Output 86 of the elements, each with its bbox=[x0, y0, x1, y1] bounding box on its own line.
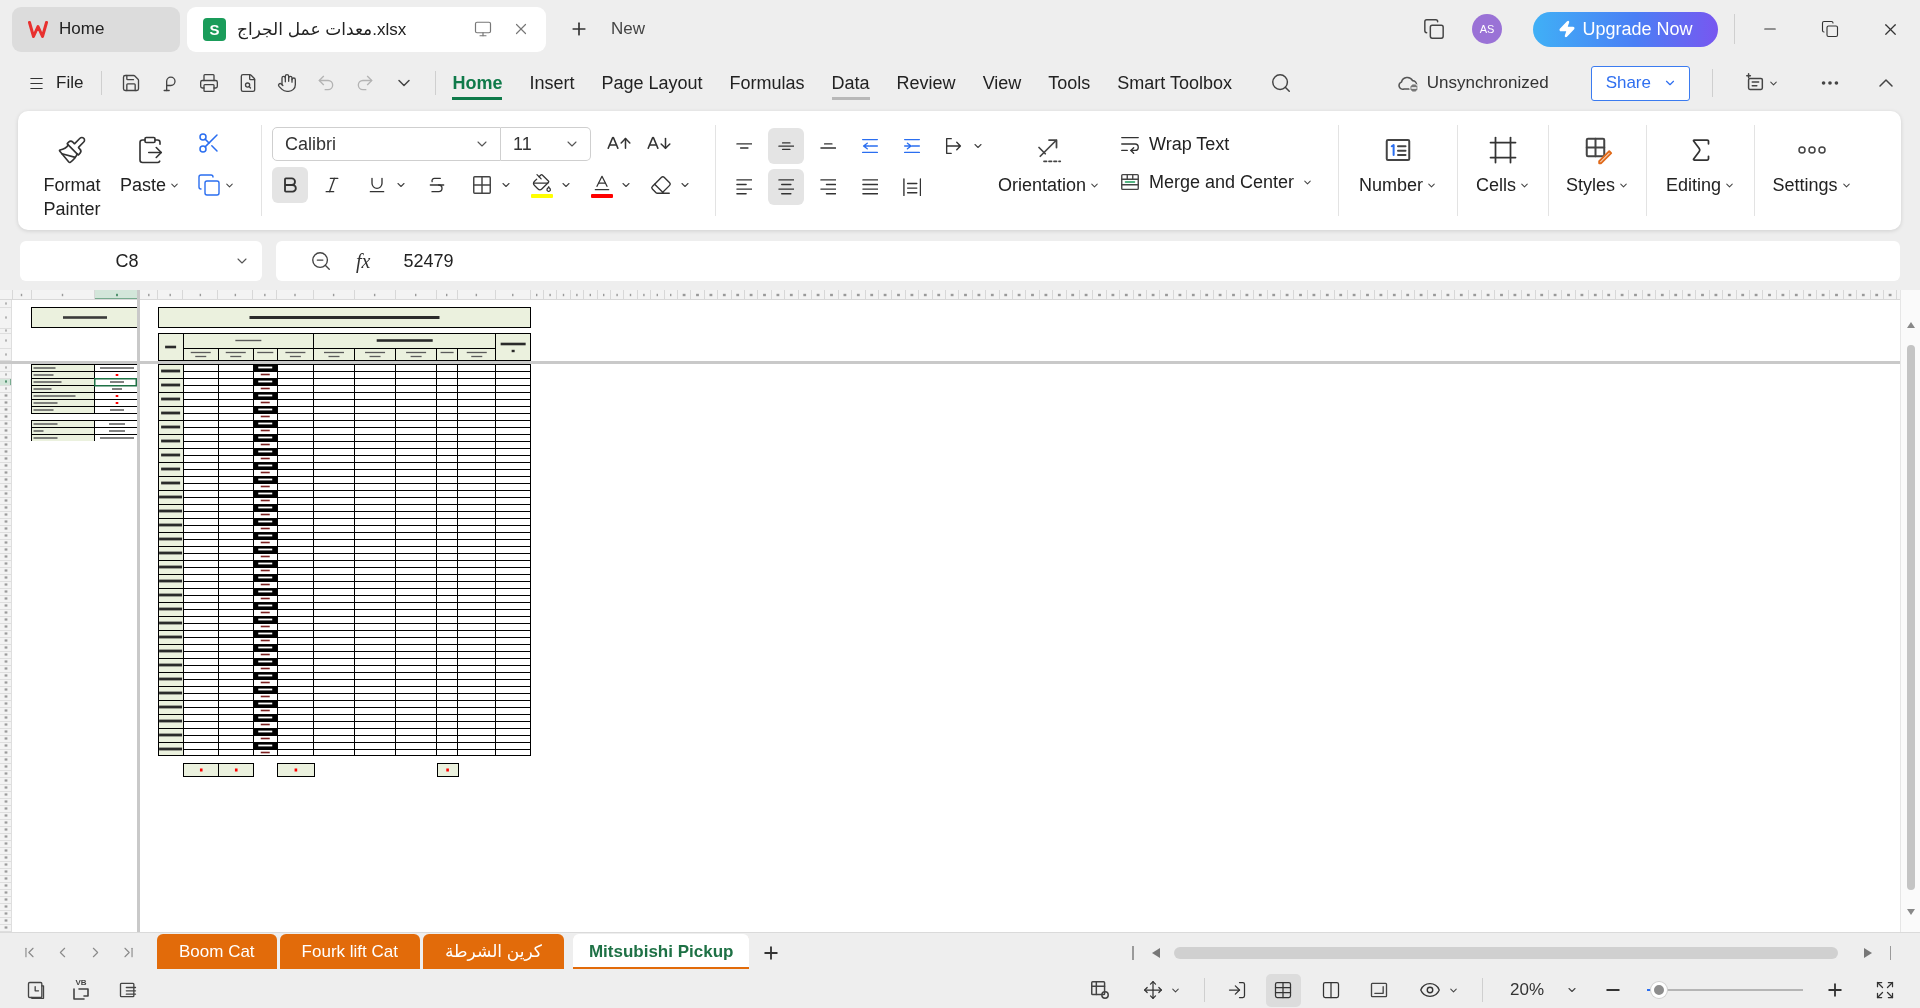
clock-square-icon[interactable] bbox=[26, 980, 46, 1000]
zoom-level[interactable]: 20% bbox=[1509, 980, 1544, 1000]
menu-tab[interactable]: Formulas bbox=[729, 66, 805, 100]
page-panel-icon bbox=[1369, 980, 1390, 1000]
wrap-text-button[interactable]: Wrap Text bbox=[1119, 133, 1314, 155]
zoom-in-icon[interactable] bbox=[1825, 980, 1845, 1000]
scroll-right-icon[interactable] bbox=[1863, 947, 1872, 958]
slider-thumb[interactable] bbox=[1651, 982, 1668, 998]
lightning-icon bbox=[1558, 20, 1577, 38]
formula-input-field[interactable]: fx 52479 bbox=[276, 241, 1900, 281]
restore-icon[interactable] bbox=[1821, 20, 1839, 38]
align-lines-icon bbox=[819, 143, 837, 149]
login-icon[interactable] bbox=[1226, 980, 1247, 1000]
paint-bucket-icon[interactable] bbox=[532, 172, 552, 193]
strikethrough-icon bbox=[427, 175, 447, 195]
hand-icon[interactable] bbox=[277, 73, 298, 93]
align-lines-icon bbox=[861, 179, 879, 195]
menu-tab[interactable]: Tools bbox=[1048, 66, 1091, 100]
zigzag-logo-icon bbox=[28, 20, 48, 38]
file-menu-button[interactable]: File bbox=[28, 73, 84, 93]
panel-lines-icon[interactable] bbox=[118, 980, 138, 1000]
ribbon-group-button[interactable]: Number bbox=[1339, 111, 1457, 230]
menu-tab[interactable]: Review bbox=[896, 66, 956, 100]
borders-grid-icon[interactable] bbox=[471, 174, 493, 196]
macro-label[interactable]: VB bbox=[75, 979, 87, 987]
vertical-scrollbar-thumb[interactable] bbox=[1906, 345, 1915, 890]
zoom-out-icon[interactable] bbox=[310, 250, 332, 272]
table-gear-icon[interactable] bbox=[1088, 979, 1111, 1001]
paintbrush-icon bbox=[57, 135, 87, 165]
scroll-left-icon[interactable] bbox=[1151, 947, 1160, 958]
menu-tab[interactable]: Smart Toolbox bbox=[1117, 66, 1233, 100]
align-lines-icon bbox=[777, 141, 795, 151]
new-tab-button[interactable]: New bbox=[569, 19, 645, 39]
paste-button[interactable]: Paste bbox=[120, 111, 180, 230]
move-arrows-icon[interactable] bbox=[1142, 980, 1163, 1000]
name-box-field[interactable]: C8 bbox=[20, 241, 262, 281]
bold-button[interactable] bbox=[272, 167, 308, 203]
ribbon-group-button[interactable]: Editing bbox=[1647, 111, 1754, 230]
align-lines-icon bbox=[777, 179, 795, 195]
function-label[interactable]: fx bbox=[356, 249, 371, 273]
align-lines-icon bbox=[902, 177, 922, 197]
font-size-field[interactable]: 11 bbox=[501, 127, 591, 161]
document-tab[interactable]: Home bbox=[12, 6, 180, 52]
two-columns-icon bbox=[1321, 980, 1342, 1000]
menu-tab[interactable]: Home bbox=[452, 66, 503, 100]
scissors-icon[interactable] bbox=[197, 131, 221, 155]
user-avatar[interactable]: AS bbox=[1472, 14, 1502, 44]
three-circles-icon bbox=[1797, 144, 1827, 156]
format-painter-button[interactable]: Format Painter bbox=[39, 111, 105, 230]
horizontal-align-button[interactable] bbox=[768, 169, 804, 205]
scroll-down-icon[interactable] bbox=[1906, 909, 1915, 915]
share-button[interactable]: Share bbox=[1590, 65, 1690, 101]
merge-center-button[interactable]: Merge and Center bbox=[1119, 171, 1314, 193]
orientation-button[interactable]: Orientation bbox=[994, 111, 1104, 230]
menu-tab[interactable]: Data bbox=[831, 66, 870, 100]
monitor-icon[interactable] bbox=[474, 20, 492, 38]
align-lines-icon bbox=[819, 179, 837, 195]
align-lines-icon bbox=[735, 179, 753, 195]
align-lines-icon bbox=[735, 143, 753, 149]
sheet-tab[interactable]: Mitsubishi Pickup bbox=[572, 934, 750, 969]
horizontal-scrollbar-thumb[interactable] bbox=[1173, 946, 1838, 959]
macro-icon[interactable] bbox=[71, 987, 91, 1001]
font-name-field[interactable]: Calibri bbox=[272, 127, 501, 161]
sync-status[interactable]: Unsynchronized bbox=[1396, 71, 1549, 95]
save-icon[interactable] bbox=[121, 73, 142, 93]
menu-tab[interactable]: Page Layout bbox=[601, 66, 703, 100]
merge-table-icon bbox=[1119, 171, 1141, 193]
vertical-align-button[interactable] bbox=[768, 128, 804, 164]
view-button[interactable] bbox=[1265, 973, 1301, 1007]
printer-icon[interactable] bbox=[199, 73, 220, 93]
ribbon-group-button[interactable]: Styles bbox=[1549, 111, 1646, 230]
table-icon bbox=[1273, 980, 1294, 1000]
frame-icon bbox=[1488, 135, 1518, 165]
menu-tab[interactable]: View bbox=[982, 66, 1022, 100]
menu-tab[interactable]: Insert bbox=[529, 66, 575, 100]
fullscreen-icon[interactable] bbox=[1875, 980, 1895, 1000]
search-icon[interactable] bbox=[1270, 72, 1293, 94]
sheet-app-badge: S bbox=[203, 17, 226, 41]
ribbon-group-button[interactable]: Settings bbox=[1755, 111, 1869, 230]
copy-icon[interactable] bbox=[197, 173, 221, 197]
underline-icon bbox=[367, 175, 387, 195]
scroll-up-icon[interactable] bbox=[1906, 322, 1915, 328]
ribbon-group-button[interactable]: Cells bbox=[1458, 111, 1548, 230]
overlapping-squares-icon[interactable] bbox=[1423, 18, 1445, 40]
upgrade-button[interactable]: Upgrade Now bbox=[1533, 11, 1718, 47]
eraser-icon[interactable] bbox=[650, 174, 672, 196]
